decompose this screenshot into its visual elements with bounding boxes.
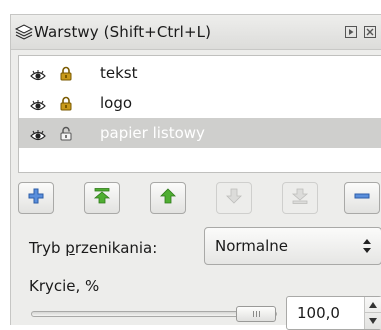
blend-label-post: rzenikania:: [74, 239, 158, 257]
opacity-slider-handle[interactable]: [236, 306, 276, 322]
layers-list: tekst logo papier listowy: [18, 55, 381, 173]
blend-label-pre: Tryb: [29, 239, 66, 257]
menu-icon[interactable]: [344, 25, 358, 39]
blend-mode-select[interactable]: Normalne: [204, 227, 381, 265]
arrow-down-icon: [225, 187, 243, 209]
visible-eye-icon[interactable]: [30, 127, 46, 141]
updown-arrows-icon: [362, 237, 372, 255]
lower-to-bottom-button[interactable]: [282, 182, 318, 214]
blend-label-mnemonic: p: [65, 239, 75, 257]
visible-eye-icon[interactable]: [30, 97, 46, 111]
unlocked-lock-icon[interactable]: [60, 126, 72, 141]
lower-layer-button[interactable]: [216, 182, 252, 214]
dialog-titlebar: Warstwy (Shift+Ctrl+L): [11, 15, 381, 50]
remove-layer-button[interactable]: [344, 182, 380, 214]
layer-row-logo[interactable]: logo: [19, 88, 381, 118]
visible-eye-icon[interactable]: [30, 67, 46, 81]
locked-lock-icon[interactable]: [60, 66, 72, 81]
layers-dialog: Warstwy (Shift+Ctrl+L) tekst logo papier…: [10, 14, 381, 330]
plus-icon: [27, 187, 45, 209]
blend-mode-label: Tryb przenikania:: [29, 239, 157, 257]
spin-up-icon[interactable]: [365, 297, 381, 313]
dialog-title: Warstwy (Shift+Ctrl+L): [34, 23, 212, 41]
raise-to-top-button[interactable]: [84, 182, 120, 214]
minus-icon: [353, 187, 371, 209]
arrow-up-icon: [159, 187, 177, 209]
opacity-label: Krycie, %: [29, 277, 100, 295]
layers-icon: [15, 23, 33, 41]
opacity-input[interactable]: [297, 297, 357, 329]
layer-row-tekst[interactable]: tekst: [19, 58, 381, 88]
layer-name[interactable]: papier listowy: [100, 124, 205, 142]
add-layer-button[interactable]: [18, 182, 54, 214]
layer-row-papier-listowy[interactable]: papier listowy: [19, 118, 381, 148]
layer-name[interactable]: tekst: [100, 64, 138, 82]
close-icon[interactable]: [363, 25, 377, 39]
arrow-bottom-icon: [291, 187, 309, 209]
blend-mode-value: Normalne: [215, 237, 289, 255]
opacity-slider[interactable]: [31, 306, 277, 322]
layer-name[interactable]: logo: [100, 94, 132, 112]
raise-layer-button[interactable]: [150, 182, 186, 214]
locked-lock-icon[interactable]: [60, 96, 72, 111]
arrow-top-icon: [93, 187, 111, 209]
spin-down-icon[interactable]: [365, 313, 381, 329]
layer-toolbar: [18, 182, 381, 216]
spin-buttons: [364, 297, 381, 329]
